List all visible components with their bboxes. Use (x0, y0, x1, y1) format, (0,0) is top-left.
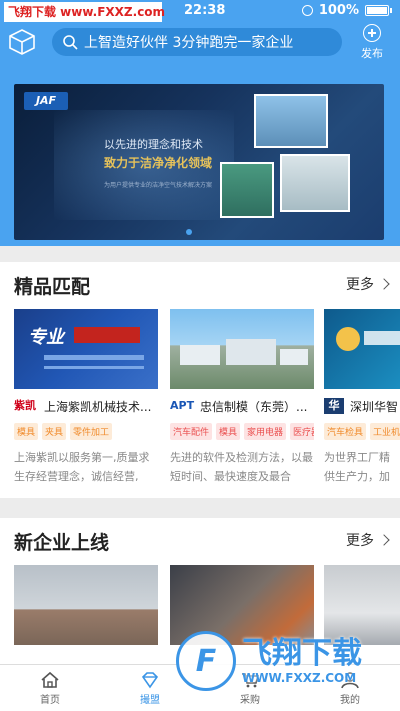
search-icon (63, 35, 78, 50)
company-name: 上海紫凯机械技术... (44, 399, 152, 414)
company-image-graphic (336, 327, 400, 351)
tag: 模具 (216, 423, 241, 440)
company-card[interactable] (324, 565, 400, 645)
banner-photo-lab (280, 154, 350, 212)
tag: 零件加工 (70, 423, 113, 440)
more-link[interactable]: 更多 (346, 274, 390, 294)
app-logo-icon[interactable] (8, 28, 36, 56)
promo-banner[interactable]: JAF 以先进的理念和技术 致力于洁净净化领域 为用户提供专业的洁净空气技术解决… (14, 84, 384, 240)
company-image (324, 309, 400, 389)
chevron-right-icon (378, 534, 390, 546)
banner-photo-cleanroom (220, 162, 274, 218)
user-icon (341, 672, 359, 689)
tag: 汽车检具 (324, 423, 367, 440)
tab-match[interactable]: 撮盟 (100, 665, 200, 711)
company-image (170, 309, 314, 389)
battery-percent: 100% (318, 3, 359, 18)
more-label: 更多 (346, 277, 374, 293)
company-card[interactable]: APT 忠信制模（东莞）... 汽车配件 模具 家用电器 医疗器械 先进的软件及… (170, 309, 314, 486)
company-card[interactable] (170, 565, 314, 645)
tab-label: 我的 (340, 695, 360, 706)
tag: 工业机械 (370, 423, 400, 440)
tag: 模具 (14, 423, 39, 440)
tag: 汽车配件 (170, 423, 213, 440)
company-description: 为世界工厂精供生产力，加 (324, 451, 390, 483)
company-description: 上海紫凯以服务第一,质量求生存经营理念，诚信经营, (14, 451, 150, 483)
svg-text:专业: 专业 (28, 327, 66, 348)
publish-label: 发布 (361, 47, 383, 60)
tab-label: 采购 (240, 695, 260, 706)
company-image (14, 565, 158, 645)
bottom-tab-bar: 首页 撮盟 采购 我的 (0, 664, 400, 711)
more-link[interactable]: 更多 (346, 530, 390, 550)
battery-tip (390, 8, 392, 13)
tag-list: 模具 夹具 零件加工 (14, 423, 158, 440)
company-name: 忠信制模（东莞）... (200, 399, 308, 414)
tab-label: 撮盟 (140, 695, 160, 706)
company-image: 专业 (14, 309, 158, 389)
status-bar: 飞翔下载 www.FXXZ.com 22:38 100% (0, 0, 400, 22)
carousel-indicator[interactable] (186, 229, 192, 235)
company-description: 先进的软件及检测方法，以最短时间、最快速度及最合 (170, 451, 313, 483)
company-logo: APT (170, 399, 195, 412)
cart-icon (242, 673, 260, 688)
company-card[interactable]: 华 深圳华智 汽车检具 工业机械 为世界工厂精供生产力，加 (324, 309, 400, 486)
tag-list: 汽车配件 模具 家用电器 医疗器械 (170, 423, 314, 440)
company-card[interactable] (14, 565, 158, 645)
company-name: 深圳华智 (350, 399, 399, 414)
banner-photo-equipment (254, 94, 328, 148)
tag: 医疗器械 (290, 423, 314, 440)
search-placeholder: 上智造好伙伴 3分钟跑完一家企业 (84, 35, 294, 51)
clock: 22:38 (184, 3, 226, 18)
battery-icon (365, 5, 389, 16)
home-icon (41, 671, 59, 688)
company-card[interactable]: 专业 紫凯 上海紫凯机械技术... 模具 夹具 零件加工 上海紫凯以服务第一,质… (14, 309, 158, 486)
banner-line1: 以先进的理念和技术 (104, 138, 203, 151)
tab-label: 首页 (40, 695, 60, 706)
watermark-label: 飞翔下载 www.FXXZ.com (4, 2, 165, 22)
company-image-graphic (180, 339, 308, 365)
company-image-graphic: 专业 (28, 327, 144, 369)
new-companies-section: 新企业上线 更多 (0, 518, 400, 668)
section-title: 新企业上线 (14, 532, 110, 554)
company-image (324, 565, 400, 645)
banner-line2: 致力于洁净净化领域 (104, 156, 213, 170)
plus-circle-icon (363, 24, 381, 42)
featured-section: 精品匹配 更多 专业 紫凯 上海紫凯机械技术... 模具 夹具 零件加工 上海紫… (0, 262, 400, 498)
tab-home[interactable]: 首页 (0, 665, 100, 711)
banner-brand-logo: JAF (24, 92, 68, 110)
rotation-lock-icon (301, 5, 313, 16)
publish-button[interactable]: 发布 (354, 24, 390, 60)
tag: 家用电器 (244, 423, 287, 440)
company-image (170, 565, 314, 645)
company-logo: 紫凯 (14, 399, 36, 412)
tag: 夹具 (42, 423, 67, 440)
search-bar[interactable]: 上智造好伙伴 3分钟跑完一家企业 (52, 28, 342, 56)
tab-purchase[interactable]: 采购 (200, 665, 300, 711)
status-right: 100% (301, 3, 392, 18)
tag-list: 汽车检具 工业机械 (324, 423, 400, 440)
chevron-right-icon (378, 278, 390, 290)
section-title: 精品匹配 (14, 276, 91, 298)
diamond-icon (141, 672, 159, 689)
tab-mine[interactable]: 我的 (300, 665, 400, 711)
company-logo: 华 (324, 398, 344, 414)
banner-line3: 为用户提供专业的洁净空气技术解决方案 (104, 182, 213, 189)
more-label: 更多 (346, 533, 374, 549)
